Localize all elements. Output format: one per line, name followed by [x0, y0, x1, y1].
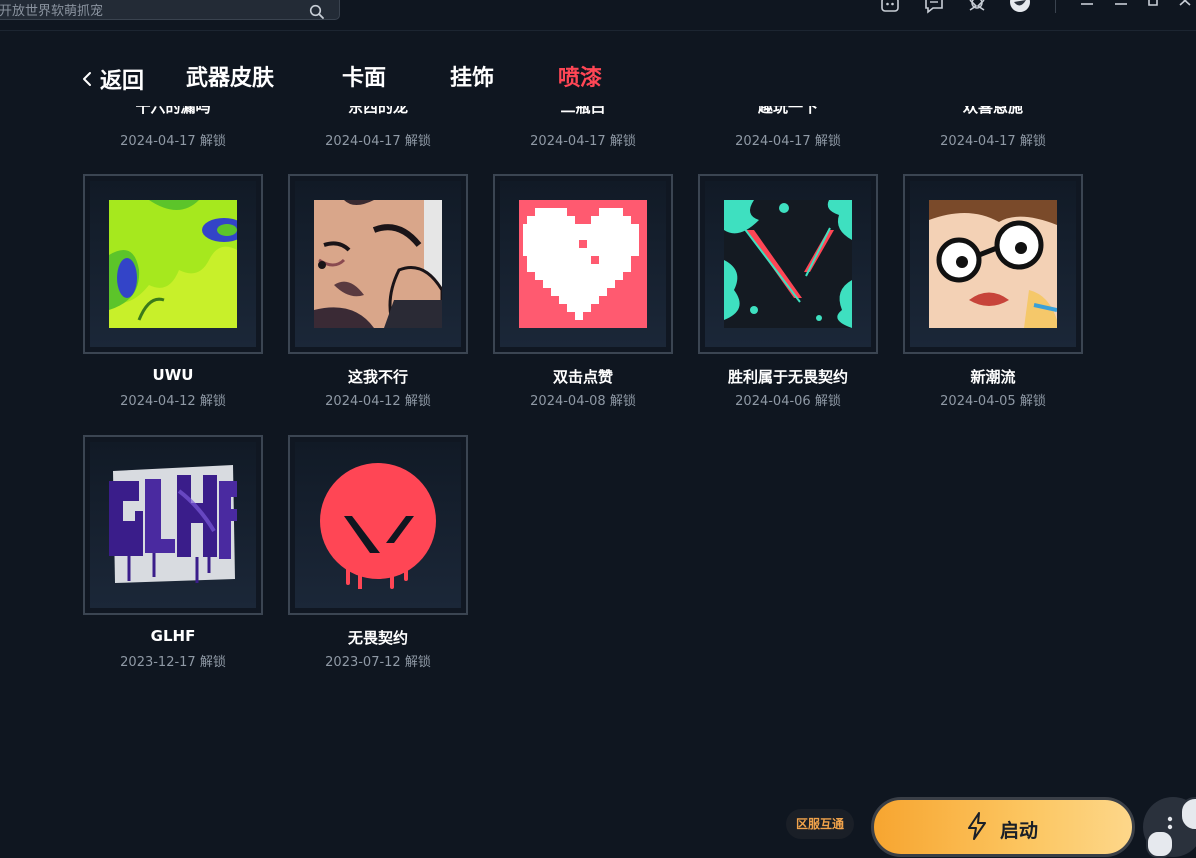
pixel-heart-spray-image [519, 200, 647, 328]
launch-label: 启动 [1000, 820, 1039, 842]
valorant-teal-spray-image [724, 200, 852, 328]
spray-name: 胜利属于无畏契约 [727, 368, 848, 386]
spray-thumbnail[interactable] [83, 174, 263, 354]
robot-icon[interactable] [879, 0, 901, 16]
search-icon[interactable] [309, 4, 325, 20]
menu-icon[interactable] [1076, 0, 1098, 16]
chevron-left-icon [83, 72, 91, 86]
message-icon[interactable] [923, 0, 945, 16]
spray-name: 无畏契约 [347, 629, 408, 647]
search-box[interactable] [0, 0, 340, 20]
partial-spray-date: 2024-04-17 解锁 [530, 134, 636, 149]
tab-sprays[interactable]: 喷漆 [558, 62, 602, 96]
spray-grid: 十六的漏吗 2024-04-17 解锁 东西的龙 2024-04-17 解锁 二… [0, 104, 1196, 794]
lightning-icon [968, 812, 986, 840]
spray-name: 双击点赞 [552, 368, 613, 386]
back-button[interactable]: 返回 [80, 62, 144, 96]
glasses-face-spray-image [929, 200, 1057, 328]
partial-spray-name: 二瓶白 [560, 106, 606, 116]
agent-face-spray-image [314, 200, 442, 328]
unlock-date: 2024-04-12 解锁 [325, 394, 431, 409]
restore-icon[interactable] [1143, 0, 1165, 16]
unlock-date: 2024-04-08 解锁 [530, 394, 636, 409]
spray-thumbnail[interactable] [288, 174, 468, 354]
partial-spray-name: 趣玩一下 [757, 106, 818, 116]
spray-thumbnail[interactable] [288, 435, 468, 615]
spray-name: GLHF [150, 627, 196, 645]
tab-player-cards[interactable]: 卡面 [342, 62, 386, 96]
close-icon[interactable] [1176, 0, 1196, 16]
add-icon[interactable] [1146, 830, 1174, 858]
unlock-date: 2023-07-12 解锁 [325, 655, 431, 670]
title-bar [0, 0, 1196, 31]
spray-name: 新潮流 [970, 368, 1016, 386]
spray-name: UWU [152, 366, 194, 384]
arrows-icon[interactable] [966, 0, 988, 16]
glhf-graffiti-spray-image [109, 465, 237, 583]
spray-thumbnail[interactable] [493, 174, 673, 354]
valorant-logo-spray-image [320, 463, 436, 589]
unlock-date: 2023-12-17 解锁 [120, 655, 226, 670]
tab-buddies[interactable]: 挂饰 [450, 62, 494, 96]
avatar-icon[interactable] [1009, 0, 1031, 16]
unlock-date: 2024-04-06 解锁 [735, 394, 841, 409]
window-controls-divider [1055, 0, 1056, 13]
unlock-date: 2024-04-12 解锁 [120, 394, 226, 409]
back-label: 返回 [100, 69, 145, 94]
partial-spray-name: 十六的漏吗 [135, 106, 211, 116]
spray-name: 这我不行 [347, 368, 408, 386]
spray-thumbnail[interactable] [903, 174, 1083, 354]
spray-thumbnail[interactable] [698, 174, 878, 354]
launch-button[interactable]: 启动 [871, 797, 1135, 857]
partial-spray-date: 2024-04-17 解锁 [325, 134, 431, 149]
green-blob-spray-image [109, 200, 237, 328]
region-interop-badge: 区服互通 [786, 809, 855, 839]
partial-spray-date: 2024-04-17 解锁 [940, 134, 1046, 149]
search-input[interactable] [0, 2, 289, 20]
partial-spray-name: 东西的龙 [347, 106, 408, 116]
minimize-icon[interactable] [1110, 0, 1132, 16]
spray-thumbnail[interactable] [83, 435, 263, 615]
partial-spray-name: 欢喜恩施 [962, 106, 1023, 116]
partial-spray-date: 2024-04-17 解锁 [735, 134, 841, 149]
tab-weapon-skins[interactable]: 武器皮肤 [186, 62, 274, 96]
partial-spray-date: 2024-04-17 解锁 [120, 134, 226, 149]
unlock-date: 2024-04-05 解锁 [940, 394, 1046, 409]
